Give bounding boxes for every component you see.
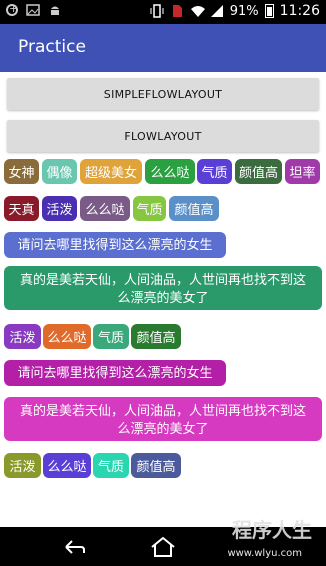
tag-item[interactable]: 坦率 <box>285 159 320 184</box>
status-right-icons: 91% 11:26 <box>150 3 320 19</box>
tag-long-question[interactable]: 请问去哪里找得到这么漂亮的女生 <box>4 360 226 386</box>
tag-item[interactable]: 气质 <box>197 159 232 184</box>
tag-long-description[interactable]: 真的是美若天仙，人间油品，人世间再也找不到这么漂亮的美女了 <box>4 397 322 441</box>
add-circle-icon <box>6 2 18 16</box>
tag-item[interactable]: 么么哒 <box>43 453 91 478</box>
status-bar: 91% 11:26 <box>0 0 326 24</box>
tag-item[interactable]: 颜值高 <box>131 324 181 349</box>
tag-item[interactable]: 么么哒 <box>80 196 130 221</box>
tag-item[interactable]: 颜值高 <box>131 453 181 478</box>
vibrate-icon <box>150 4 164 18</box>
signal-icon <box>210 4 224 18</box>
flow-layout-button[interactable]: FLOWLAYOUT <box>7 120 319 152</box>
watermark-url: www.wlyu.com <box>227 548 302 559</box>
tag-item[interactable]: 活泼 <box>4 453 41 478</box>
app-bar: Practice <box>0 24 326 72</box>
no-sim-icon <box>170 4 184 18</box>
tag-item[interactable]: 气质 <box>133 196 166 221</box>
image-icon <box>26 3 40 17</box>
home-icon[interactable] <box>150 536 176 558</box>
tag-long-description[interactable]: 真的是美若天仙，人间油品，人世间再也找不到这么漂亮的美女了 <box>4 266 322 310</box>
android-icon <box>48 3 62 17</box>
tag-item[interactable]: 颜值高 <box>235 159 282 184</box>
tag-item[interactable]: 超级美女 <box>80 159 142 184</box>
tag-item[interactable]: 活泼 <box>4 324 41 349</box>
app-title: Practice <box>18 37 86 57</box>
battery-text: 91% <box>229 3 259 19</box>
tag-item[interactable]: 偶像 <box>42 159 77 184</box>
tag-item[interactable]: 气质 <box>93 453 129 478</box>
watermark-text: 程序人生 <box>232 518 312 542</box>
tag-item[interactable]: 颜值高 <box>169 196 219 221</box>
battery-icon <box>264 4 274 18</box>
tag-item[interactable]: 女神 <box>4 159 39 184</box>
tag-item[interactable]: 活泼 <box>42 196 77 221</box>
tag-long-question[interactable]: 请问去哪里找得到这么漂亮的女生 <box>4 232 226 258</box>
tag-item[interactable]: 气质 <box>93 324 129 349</box>
status-left-icons <box>6 2 62 17</box>
tag-item[interactable]: 么么哒 <box>43 324 91 349</box>
simple-flow-layout-button[interactable]: SIMPLEFLOWLAYOUT <box>7 78 319 110</box>
back-icon[interactable] <box>64 538 86 556</box>
clock: 11:26 <box>279 3 320 19</box>
content-area: SIMPLEFLOWLAYOUT FLOWLAYOUT 女神 偶像 超级美女 么… <box>0 72 326 527</box>
wifi-icon <box>190 4 205 18</box>
tag-item[interactable]: 天真 <box>4 196 39 221</box>
tag-item[interactable]: 么么哒 <box>145 159 195 184</box>
